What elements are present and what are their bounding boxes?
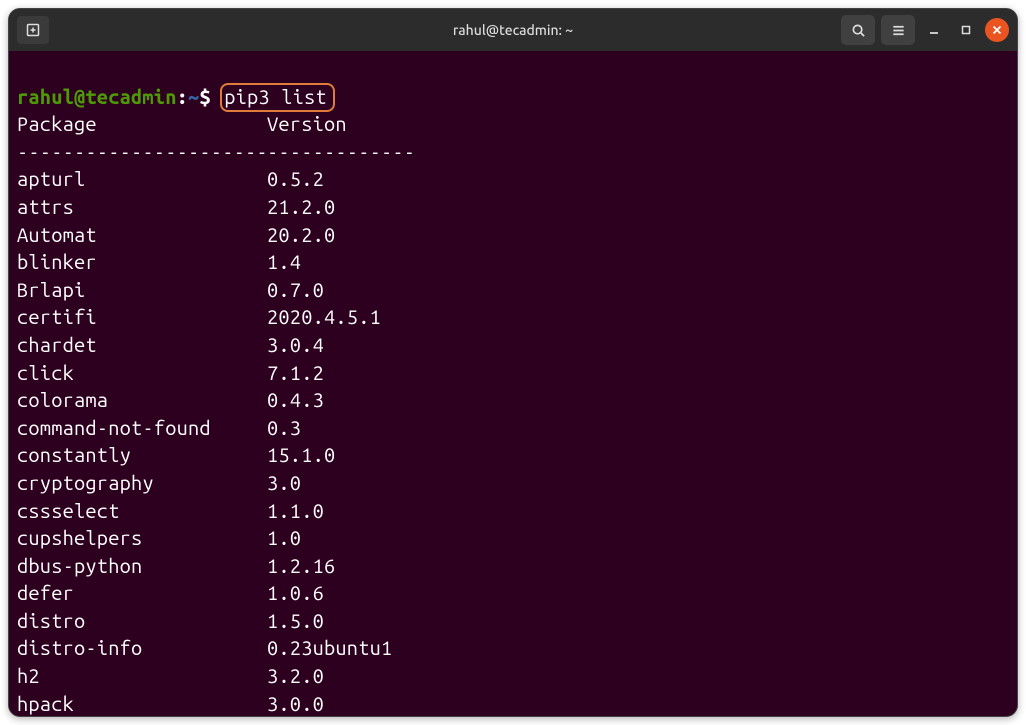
package-name: cryptography <box>17 469 267 497</box>
search-icon <box>851 23 866 38</box>
package-version: 1.4 <box>267 248 301 276</box>
package-name: cssselect <box>17 497 267 525</box>
package-name: certifi <box>17 303 267 331</box>
command-text: pip3 list <box>224 85 327 108</box>
close-icon <box>992 25 1002 35</box>
package-name: defer <box>17 579 267 607</box>
package-name: hpack <box>17 690 267 717</box>
titlebar-right <box>841 15 1009 45</box>
package-version: 1.0.6 <box>267 579 324 607</box>
new-tab-icon <box>25 22 41 38</box>
terminal-body[interactable]: rahul@tecadmin:~$ pip3 list PackageVersi… <box>9 51 1017 717</box>
minimize-button[interactable] <box>921 17 947 43</box>
package-version: 1.0 <box>267 524 301 552</box>
new-tab-button[interactable] <box>17 16 49 44</box>
package-name: blinker <box>17 248 267 276</box>
package-version: 21.2.0 <box>267 193 335 221</box>
search-button[interactable] <box>841 15 875 45</box>
package-version: 1.5.0 <box>267 607 324 635</box>
package-name: Automat <box>17 221 267 249</box>
package-name: cupshelpers <box>17 524 267 552</box>
package-name: dbus-python <box>17 552 267 580</box>
package-version: 3.0.4 <box>267 331 324 359</box>
package-name: colorama <box>17 386 267 414</box>
package-name: distro-info <box>17 634 267 662</box>
menu-button[interactable] <box>881 15 915 45</box>
package-name: click <box>17 359 267 387</box>
prompt-path: ~ <box>188 85 199 108</box>
command-highlight: pip3 list <box>220 83 335 112</box>
titlebar: rahul@tecadmin: ~ <box>9 9 1017 51</box>
package-version: 3.0 <box>267 469 301 497</box>
package-name: distro <box>17 607 267 635</box>
package-name: attrs <box>17 193 267 221</box>
package-version: 2020.4.5.1 <box>267 303 381 331</box>
close-button[interactable] <box>985 18 1009 42</box>
package-version: 0.7.0 <box>267 276 324 304</box>
header-version: Version <box>267 110 347 138</box>
package-version: 0.23ubuntu1 <box>267 634 392 662</box>
package-version: 1.2.16 <box>267 552 335 580</box>
titlebar-left <box>17 16 49 44</box>
terminal-window: rahul@tecadmin: ~ <box>8 8 1018 717</box>
package-version: 0.5.2 <box>267 165 324 193</box>
package-version: 0.4.3 <box>267 386 324 414</box>
maximize-icon <box>960 24 972 36</box>
package-name: h2 <box>17 662 267 690</box>
package-name: apturl <box>17 165 267 193</box>
package-version: 1.1.0 <box>267 497 324 525</box>
package-version: 3.0.0 <box>267 690 324 717</box>
divider-left: ---------------------- <box>17 138 267 166</box>
divider-right: ------------- <box>267 138 415 166</box>
package-version: 20.2.0 <box>267 221 335 249</box>
package-name: Brlapi <box>17 276 267 304</box>
prompt-user-host: rahul@tecadmin <box>17 85 177 108</box>
prompt-separator: : <box>177 85 188 108</box>
minimize-icon <box>928 24 940 36</box>
prompt-symbol: $ <box>199 85 210 108</box>
package-name: command-not-found <box>17 414 267 442</box>
maximize-button[interactable] <box>953 17 979 43</box>
package-version: 3.2.0 <box>267 662 324 690</box>
package-version: 0.3 <box>267 414 301 442</box>
package-name: constantly <box>17 441 267 469</box>
package-version: 7.1.2 <box>267 359 324 387</box>
header-package: Package <box>17 110 267 138</box>
package-version: 15.1.0 <box>267 441 335 469</box>
package-name: chardet <box>17 331 267 359</box>
window-title: rahul@tecadmin: ~ <box>453 22 573 38</box>
hamburger-icon <box>891 23 906 38</box>
